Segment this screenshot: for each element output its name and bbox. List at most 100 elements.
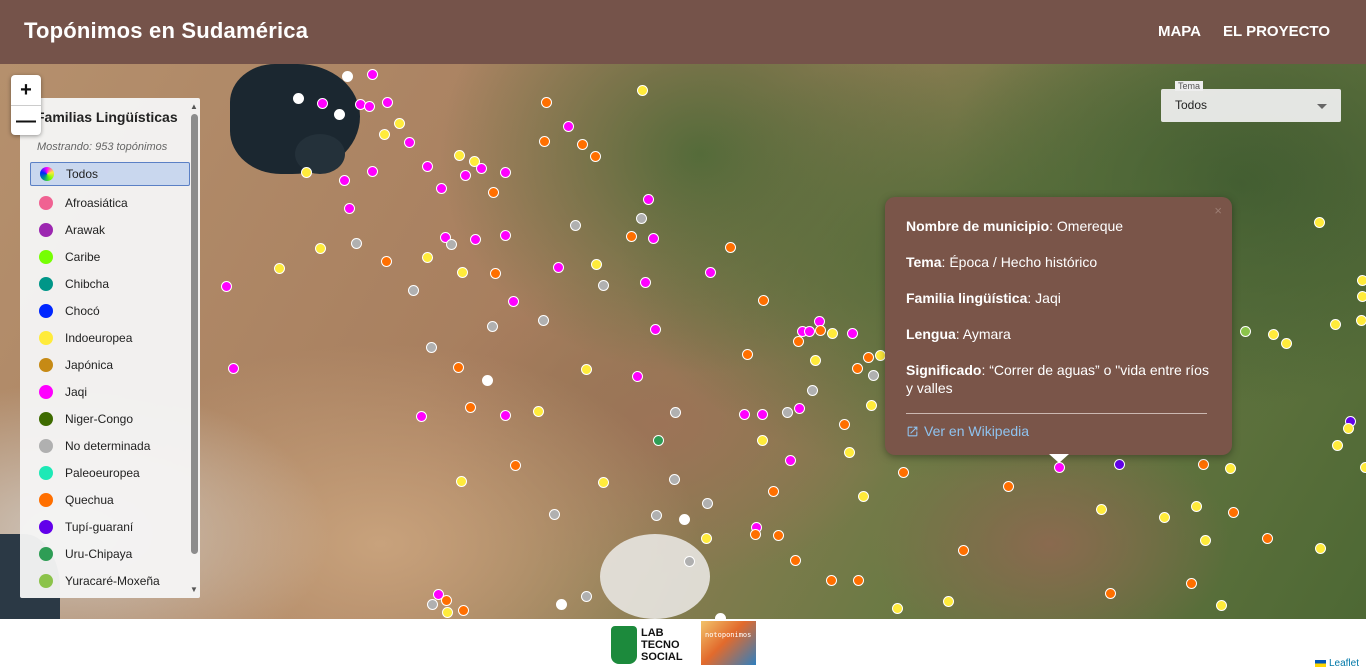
nav-mapa[interactable]: MAPA xyxy=(1158,23,1201,40)
toponym-marker[interactable] xyxy=(866,400,877,411)
toponym-marker[interactable] xyxy=(381,256,392,267)
theme-select[interactable]: Tema Todos xyxy=(1161,81,1341,122)
toponym-marker[interactable] xyxy=(1003,481,1014,492)
toponym-marker[interactable] xyxy=(446,239,457,250)
toponym-marker[interactable] xyxy=(648,233,659,244)
toponym-marker[interactable] xyxy=(301,167,312,178)
toponym-marker[interactable] xyxy=(757,409,768,420)
toponym-marker[interactable] xyxy=(701,533,712,544)
toponym-marker[interactable] xyxy=(669,474,680,485)
toponym-marker[interactable] xyxy=(739,409,750,420)
toponym-marker[interactable] xyxy=(458,605,469,616)
toponym-marker[interactable] xyxy=(868,370,879,381)
toponym-marker[interactable] xyxy=(274,263,285,274)
toponym-marker[interactable] xyxy=(1268,329,1279,340)
toponym-marker[interactable] xyxy=(1105,588,1116,599)
toponym-marker[interactable] xyxy=(826,575,837,586)
toponym-marker[interactable] xyxy=(422,252,433,263)
toponym-marker[interactable] xyxy=(553,262,564,273)
toponym-marker[interactable] xyxy=(768,486,779,497)
legend-item[interactable]: Yuracaré-Moxeña xyxy=(30,567,190,594)
toponym-marker[interactable] xyxy=(632,371,643,382)
legend-item[interactable]: Tupí-guaraní xyxy=(30,513,190,540)
legend-item[interactable]: Caribe xyxy=(30,243,190,270)
toponym-marker[interactable] xyxy=(577,139,588,150)
toponym-marker[interactable] xyxy=(379,129,390,140)
toponym-marker[interactable] xyxy=(815,325,826,336)
legend-item[interactable]: Paleoeuropea xyxy=(30,459,190,486)
scroll-thumb[interactable] xyxy=(191,114,198,554)
legend-scrollbar[interactable]: ▲ ▼ xyxy=(190,102,198,594)
legend-item[interactable]: Quechua xyxy=(30,486,190,513)
toponym-marker[interactable] xyxy=(351,238,362,249)
toponym-marker[interactable] xyxy=(725,242,736,253)
legend-item[interactable]: Arawak xyxy=(30,216,190,243)
toponym-marker[interactable] xyxy=(653,435,664,446)
toponym-marker[interactable] xyxy=(782,407,793,418)
legend-item[interactable]: Japónica xyxy=(30,351,190,378)
toponym-marker[interactable] xyxy=(1330,319,1341,330)
toponym-marker[interactable] xyxy=(476,163,487,174)
toponym-marker[interactable] xyxy=(679,514,690,525)
toponym-marker[interactable] xyxy=(598,477,609,488)
toponym-marker[interactable] xyxy=(790,555,801,566)
toponym-marker[interactable] xyxy=(1096,504,1107,515)
toponym-marker[interactable] xyxy=(339,175,350,186)
toponym-marker[interactable] xyxy=(651,510,662,521)
wikipedia-link[interactable]: Ver en Wikipedia xyxy=(906,423,1029,439)
toponym-marker[interactable] xyxy=(570,220,581,231)
toponym-marker[interactable] xyxy=(488,187,499,198)
toponym-marker[interactable] xyxy=(650,324,661,335)
toponym-marker[interactable] xyxy=(1186,578,1197,589)
toponym-marker[interactable] xyxy=(441,595,452,606)
toponym-marker[interactable] xyxy=(465,402,476,413)
toponym-marker[interactable] xyxy=(456,476,467,487)
toponym-marker[interactable] xyxy=(1054,462,1065,473)
toponym-marker[interactable] xyxy=(344,203,355,214)
toponym-marker[interactable] xyxy=(757,435,768,446)
toponym-marker[interactable] xyxy=(898,467,909,478)
toponym-marker[interactable] xyxy=(442,607,453,618)
legend-item[interactable]: Todos xyxy=(30,162,190,186)
toponym-marker[interactable] xyxy=(508,296,519,307)
toponym-marker[interactable] xyxy=(427,599,438,610)
toponym-marker[interactable] xyxy=(810,355,821,366)
toponym-marker[interactable] xyxy=(539,136,550,147)
legend-item[interactable]: Jaqi xyxy=(30,378,190,405)
toponym-marker[interactable] xyxy=(1114,459,1125,470)
close-icon[interactable]: × xyxy=(1214,203,1222,218)
toponym-marker[interactable] xyxy=(847,328,858,339)
toponym-marker[interactable] xyxy=(436,183,447,194)
toponym-marker[interactable] xyxy=(1216,600,1227,611)
toponym-marker[interactable] xyxy=(863,352,874,363)
toponym-marker[interactable] xyxy=(1343,423,1354,434)
toponym-marker[interactable] xyxy=(750,529,761,540)
toponym-marker[interactable] xyxy=(404,137,415,148)
toponym-marker[interactable] xyxy=(892,603,903,614)
toponym-marker[interactable] xyxy=(394,118,405,129)
toponym-marker[interactable] xyxy=(457,267,468,278)
toponym-marker[interactable] xyxy=(705,267,716,278)
toponym-marker[interactable] xyxy=(590,151,601,162)
toponym-marker[interactable] xyxy=(636,213,647,224)
toponym-marker[interactable] xyxy=(408,285,419,296)
toponym-marker[interactable] xyxy=(793,336,804,347)
toponym-marker[interactable] xyxy=(490,268,501,279)
toponym-marker[interactable] xyxy=(844,447,855,458)
toponym-marker[interactable] xyxy=(839,419,850,430)
toponym-marker[interactable] xyxy=(643,194,654,205)
toponym-marker[interactable] xyxy=(487,321,498,332)
toponym-marker[interactable] xyxy=(684,556,695,567)
toponym-marker[interactable] xyxy=(758,295,769,306)
toponym-marker[interactable] xyxy=(637,85,648,96)
toponym-marker[interactable] xyxy=(482,375,493,386)
toponym-marker[interactable] xyxy=(773,530,784,541)
toponym-marker[interactable] xyxy=(827,328,838,339)
toponym-marker[interactable] xyxy=(500,167,511,178)
toponym-marker[interactable] xyxy=(1281,338,1292,349)
toponym-marker[interactable] xyxy=(342,71,353,82)
toponym-marker[interactable] xyxy=(785,455,796,466)
toponym-marker[interactable] xyxy=(221,281,232,292)
toponym-marker[interactable] xyxy=(1332,440,1343,451)
toponym-marker[interactable] xyxy=(334,109,345,120)
